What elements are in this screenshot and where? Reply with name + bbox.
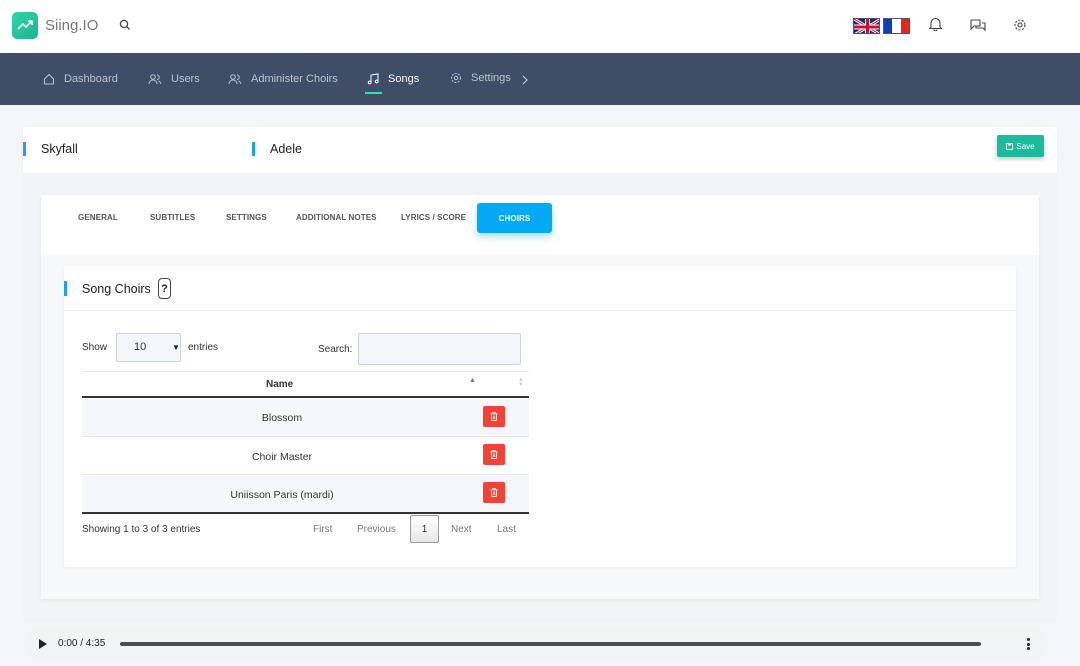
save-button-label: Save (1016, 141, 1035, 151)
gear-icon[interactable] (1013, 18, 1027, 32)
app-logo[interactable] (12, 12, 38, 39)
trash-icon (490, 450, 498, 459)
nav-item-label: Songs (388, 73, 420, 85)
nav-item-label: Dashboard (64, 73, 118, 85)
nav-item-label: Users (171, 73, 200, 85)
trash-icon (490, 412, 498, 421)
pagination-current-page[interactable]: 1 (410, 515, 439, 543)
users-icon (228, 74, 242, 85)
pagination-previous[interactable]: Previous (357, 524, 396, 535)
uk-flag-icon[interactable] (853, 18, 880, 34)
home-icon (44, 73, 54, 85)
tab-general[interactable]: GENERAL (78, 213, 118, 222)
tab-choirs[interactable]: CHOIRS (477, 203, 552, 233)
song-choirs-heading: Song Choirs (82, 282, 151, 296)
nav-item-administer-choirs[interactable]: Administer Choirs (228, 73, 338, 85)
player-time: 0:00 / 4:35 (58, 638, 106, 649)
choir-name: Blossom (261, 412, 303, 424)
caret-down-icon: ▼ (172, 343, 180, 352)
table-info: Showing 1 to 3 of 3 entries (82, 524, 201, 535)
pagination-last[interactable]: Last (497, 524, 516, 535)
search-label: Search: (318, 344, 353, 355)
trash-icon (490, 488, 498, 497)
search-icon[interactable] (119, 19, 131, 31)
save-button[interactable]: Save (997, 135, 1044, 157)
song-header-card (23, 127, 1057, 173)
title-accent-bar (23, 142, 26, 156)
song-title: Skyfall (41, 142, 78, 156)
artist-accent-bar (252, 142, 255, 156)
nav-item-songs[interactable]: Songs (367, 73, 419, 85)
users-icon (148, 74, 162, 85)
gear-icon (451, 73, 461, 83)
save-icon (1006, 142, 1014, 150)
help-button[interactable]: ? (158, 278, 171, 299)
nav-item-settings[interactable]: Settings (450, 72, 511, 84)
tab-settings[interactable]: SETTINGS (226, 213, 267, 222)
bell-icon[interactable] (929, 17, 942, 31)
active-nav-indicator (365, 92, 382, 94)
play-icon[interactable] (39, 639, 47, 649)
nav-item-label: Settings (471, 72, 511, 84)
tab-subtitles[interactable]: SUBTITLES (150, 213, 195, 222)
search-input[interactable] (358, 333, 521, 365)
choir-name: Uniisson Paris (mardi) (230, 489, 334, 501)
song-artist: Adele (270, 142, 302, 156)
music-icon (367, 73, 379, 85)
tab-lyrics-score[interactable]: LYRICS / SCORE (401, 213, 466, 222)
top-header (0, 0, 1080, 53)
pagination-next[interactable]: Next (451, 524, 472, 535)
delete-button[interactable] (483, 406, 505, 427)
table-header[interactable] (82, 371, 529, 398)
pagination-first[interactable]: First (313, 524, 332, 535)
choirs-accent-bar (64, 281, 67, 296)
chevron-right-icon[interactable] (521, 74, 529, 86)
show-label: Show (82, 342, 108, 353)
delete-button[interactable] (483, 482, 505, 503)
column-name-header[interactable]: Name (266, 379, 293, 390)
entries-label: entries (188, 342, 219, 353)
sort-asc-icon: ▲ (469, 377, 476, 384)
chat-icon[interactable] (970, 19, 986, 32)
choir-name: Choir Master (251, 451, 313, 463)
trending-up-icon (17, 20, 33, 30)
delete-button[interactable] (483, 444, 505, 465)
nav-item-label: Administer Choirs (251, 73, 338, 85)
table-bottom-border (82, 512, 529, 514)
more-options-icon[interactable] (1027, 638, 1031, 650)
nav-item-dashboard[interactable]: Dashboard (43, 73, 118, 85)
player-progress-track[interactable] (120, 642, 981, 646)
tab-additional-notes[interactable]: ADDITIONAL NOTES (296, 213, 377, 222)
fr-flag-icon[interactable] (883, 18, 910, 34)
card-divider (64, 310, 1016, 311)
sort-both-icon[interactable]: ▲ ▼ (518, 377, 524, 388)
app-brand: Siing.IO (45, 17, 99, 34)
nav-item-users[interactable]: Users (148, 73, 200, 85)
